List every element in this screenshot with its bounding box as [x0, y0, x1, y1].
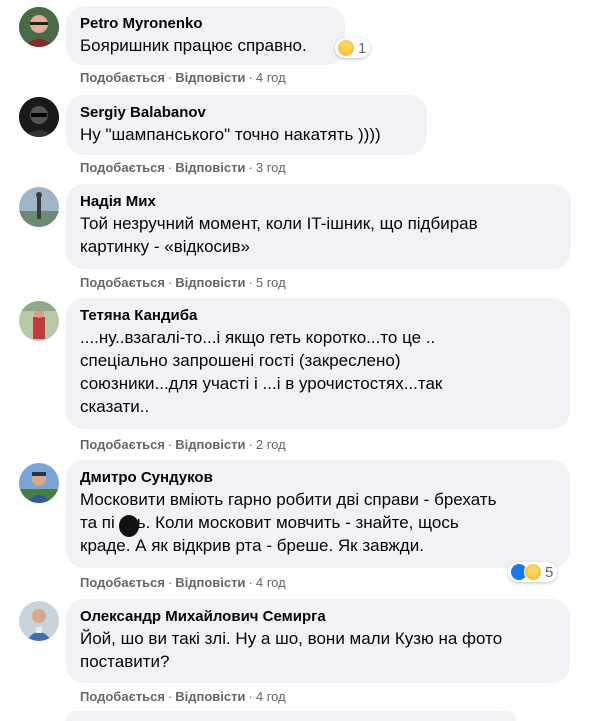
- comment-line: спеціально запрошені гості (закреслено): [80, 351, 401, 370]
- comment-line: Йой, шо ви такі злі. Ну а шо, вони мали …: [80, 629, 503, 648]
- comment-line: картинку - «відкосив»: [80, 237, 250, 256]
- comment-text: ....ну..взагалі-то...і якщо геть коротко…: [80, 326, 558, 418]
- comment-bubble: Petro Myronenko Бояришник працює справно…: [66, 6, 345, 65]
- comment-author[interactable]: Тетяна Кандиба: [80, 306, 558, 325]
- comment-line: союзники...для участі і ...і в урочистос…: [80, 374, 443, 393]
- reaction-summary[interactable]: 5: [508, 562, 558, 582]
- comment-actions: Подобається · Відповісти · 2 год: [80, 437, 286, 452]
- comment-time[interactable]: 2 год: [256, 437, 286, 452]
- comment-line: ....ну..взагалі-то...і якщо геть коротко…: [80, 328, 436, 347]
- reply-link[interactable]: Відповісти: [175, 160, 245, 175]
- comment-bubble: Надія Мих Той незручний момент, коли IT-…: [66, 184, 571, 269]
- comment-line: сказати..: [80, 397, 150, 416]
- avatar[interactable]: [19, 97, 59, 137]
- ink-blob: [119, 515, 139, 537]
- reply-link[interactable]: Відповісти: [175, 689, 245, 704]
- like-link[interactable]: Подобається: [80, 575, 165, 590]
- avatar[interactable]: [19, 7, 59, 47]
- reply-link[interactable]: Відповісти: [175, 275, 245, 290]
- comment-line: краде. А як відкрив рта - бреше. Як завж…: [80, 536, 424, 555]
- reply-link[interactable]: Відповісти: [175, 575, 245, 590]
- reply-link[interactable]: Відповісти: [175, 437, 245, 452]
- reaction-summary[interactable]: 1: [335, 38, 371, 58]
- comment-author[interactable]: Олександр Михайлович Семирга: [80, 607, 558, 626]
- avatar[interactable]: [19, 463, 59, 503]
- reaction-count: 5: [545, 563, 554, 581]
- comment-author[interactable]: Petro Myronenko: [80, 14, 333, 33]
- like-link[interactable]: Подобається: [80, 160, 165, 175]
- comment-author[interactable]: Надія Мих: [80, 192, 559, 211]
- avatar[interactable]: [19, 601, 59, 641]
- comment-actions: Подобається · Відповісти · 4 год: [80, 689, 286, 704]
- like-link[interactable]: Подобається: [80, 689, 165, 704]
- comment-bubble: Тетяна Кандиба ....ну..взагалі-то...і як…: [66, 298, 570, 429]
- comment-author[interactable]: Дмитро Сундуков: [80, 468, 558, 487]
- comment-text: Ну "шампанського" точно накатять )))): [80, 125, 381, 144]
- comment-actions: Подобається · Відповісти · 4 год: [80, 70, 286, 85]
- haha-icon: [337, 39, 355, 57]
- comment-time[interactable]: 5 год: [256, 275, 286, 290]
- comment-time[interactable]: 4 год: [256, 689, 286, 704]
- like-link[interactable]: Подобається: [80, 70, 165, 85]
- comment-line: Московити вміють гарно робити дві справи…: [80, 490, 497, 509]
- haha-icon: [524, 563, 542, 581]
- comment-line: Той незручний момент, коли IT-ішник, що …: [80, 214, 478, 233]
- avatar[interactable]: [19, 187, 59, 227]
- comment-text: Московити вміють гарно робити дві справи…: [80, 488, 558, 557]
- comment-time[interactable]: 3 год: [256, 160, 286, 175]
- reply-link[interactable]: Відповісти: [175, 70, 245, 85]
- comment-actions: Подобається · Відповісти · 5 год: [80, 275, 286, 290]
- comment-author[interactable]: Sergiy Balabanov: [80, 103, 415, 122]
- comment-bubble: Дмитро Сундуков Московити вміють гарно р…: [66, 460, 570, 568]
- comment-actions: Подобається · Відповісти · 4 год: [80, 575, 286, 590]
- comment-bubble: Олександр Михайлович Семирга Йой, шо ви …: [66, 599, 570, 683]
- comment-bubble: Sergiy Balabanov Ну "шампанського" точно…: [66, 95, 427, 155]
- comment-actions: Подобається · Відповісти · 3 год: [80, 160, 286, 175]
- comment-text: Бояришник працює справно.: [80, 36, 307, 55]
- comment-line: та пі ить. Коли московит мовчить - знайт…: [80, 513, 459, 532]
- like-link[interactable]: Подобається: [80, 437, 165, 452]
- comment-text: Йой, шо ви такі злі. Ну а шо, вони мали …: [80, 627, 558, 673]
- comment-text: Той незручний момент, коли IT-ішник, що …: [80, 212, 559, 258]
- comment-bubble-partial: [66, 711, 516, 721]
- comment-time[interactable]: 4 год: [256, 575, 286, 590]
- like-link[interactable]: Подобається: [80, 275, 165, 290]
- avatar[interactable]: [19, 301, 59, 341]
- comment-time[interactable]: 4 год: [256, 70, 286, 85]
- reaction-count: 1: [358, 39, 367, 57]
- comment-line: поставити?: [80, 652, 170, 671]
